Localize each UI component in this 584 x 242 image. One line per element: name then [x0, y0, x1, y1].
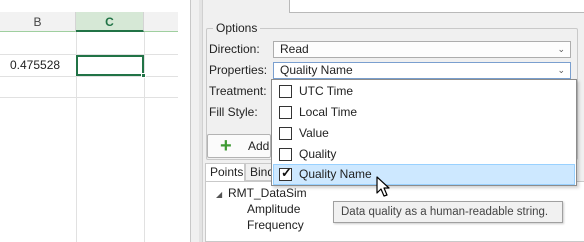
- treatment-label: Treatment:: [209, 84, 267, 98]
- fill-handle[interactable]: [141, 73, 146, 78]
- option-utc-time[interactable]: UTC Time: [273, 81, 575, 102]
- checkbox[interactable]: [279, 148, 292, 161]
- top-field[interactable]: [289, 0, 584, 13]
- option-label: Quality: [299, 147, 337, 161]
- cell-b2[interactable]: 0.475528: [10, 55, 60, 75]
- tree-node[interactable]: Frequency: [247, 218, 304, 233]
- option-quality-name[interactable]: ✓ Quality Name: [273, 164, 575, 185]
- cell-c2-selected[interactable]: [76, 55, 146, 78]
- tab-points[interactable]: Points: [205, 163, 245, 182]
- direction-label: Direction:: [209, 42, 260, 56]
- tree-node[interactable]: Amplitude: [247, 202, 300, 217]
- checkbox[interactable]: [279, 127, 292, 140]
- row-divider: [0, 97, 178, 98]
- row-divider: [0, 76, 178, 77]
- chevron-down-icon: ⌄: [557, 65, 565, 75]
- column-divider: [144, 32, 145, 242]
- separator: [178, 0, 190, 242]
- tree-node-root[interactable]: RMT_DataSim: [228, 186, 307, 201]
- collapse-caret-icon[interactable]: ◢: [216, 190, 222, 199]
- properties-select[interactable]: Quality Name ⌄: [273, 62, 571, 79]
- option-local-time[interactable]: Local Time: [273, 102, 575, 123]
- options-group-title: Options: [213, 21, 261, 35]
- panel-splitter[interactable]: [199, 0, 203, 242]
- option-label: Quality Name: [299, 167, 372, 181]
- column-header-b[interactable]: B: [0, 12, 76, 32]
- properties-value: Quality Name: [280, 63, 353, 77]
- checkbox[interactable]: [279, 85, 292, 98]
- checkbox-checked[interactable]: ✓: [279, 165, 292, 181]
- properties-dropdown-list: UTC Time Local Time Value Quality ✓ Qual…: [271, 79, 577, 186]
- column-header-c[interactable]: C: [76, 12, 144, 32]
- option-label: Value: [299, 126, 329, 140]
- spreadsheet: B C 0.475528: [0, 0, 178, 242]
- tooltip: Data quality as a human-readable string.: [333, 201, 563, 223]
- checkbox[interactable]: [279, 106, 292, 119]
- direction-value: Read: [280, 42, 309, 56]
- add-button-label: Add: [248, 139, 270, 153]
- properties-label: Properties:: [209, 63, 268, 77]
- option-label: UTC Time: [299, 84, 353, 98]
- option-value[interactable]: Value: [273, 123, 575, 144]
- direction-select[interactable]: Read ⌄: [273, 41, 571, 58]
- fill-style-label: Fill Style:: [209, 105, 258, 119]
- option-quality[interactable]: Quality: [273, 144, 575, 165]
- checkmark-icon: ✓: [281, 165, 292, 180]
- column-header-d[interactable]: [144, 12, 178, 32]
- chevron-down-icon: ⌄: [557, 44, 565, 54]
- add-button[interactable]: + Add: [207, 134, 271, 158]
- mouse-pointer-icon: [376, 176, 390, 197]
- plus-icon: +: [220, 135, 232, 157]
- option-label: Local Time: [299, 105, 358, 119]
